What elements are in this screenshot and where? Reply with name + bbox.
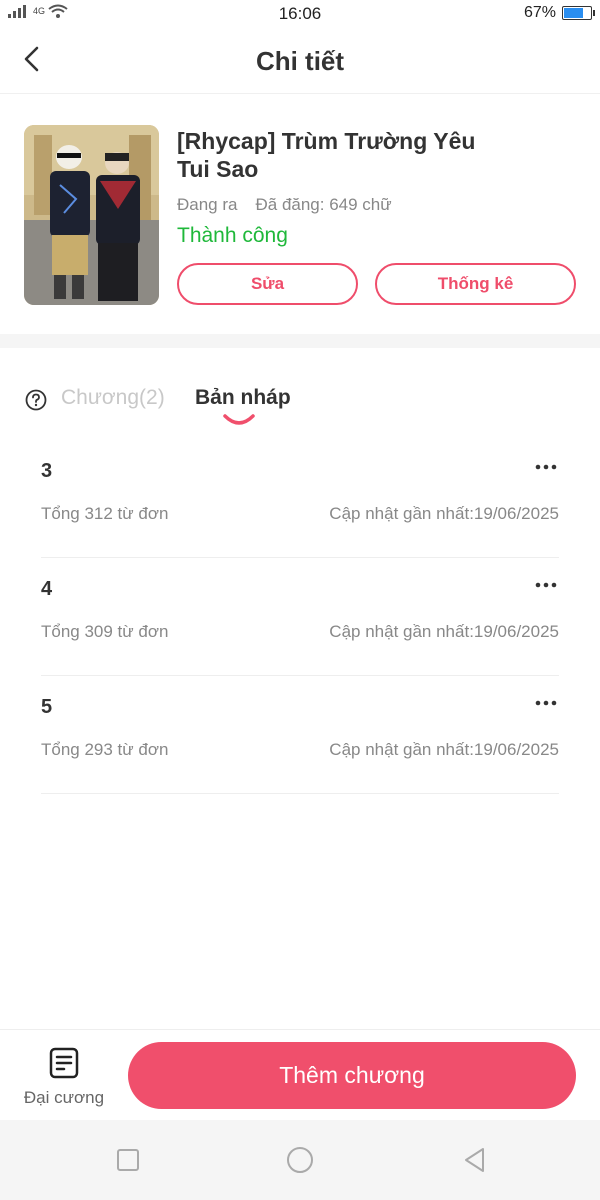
- tab-drafts[interactable]: Bản nháp: [195, 386, 291, 410]
- help-icon[interactable]: [25, 389, 47, 411]
- draft-updated: Cập nhật gần nhất:19/06/2025: [329, 504, 559, 523]
- edit-button[interactable]: Sửa: [177, 263, 358, 305]
- review-status: Thành công: [177, 224, 288, 247]
- recent-apps-icon[interactable]: [114, 1146, 142, 1174]
- list-item[interactable]: 4 Tổng 309 từ đơn Cập nhật gần nhất:19/0…: [41, 558, 559, 676]
- book-state: Đang ra: [177, 195, 238, 214]
- top-app-bar: Chi tiết: [0, 28, 600, 94]
- page-title: Chi tiết: [255, 46, 345, 76]
- add-chapter-button[interactable]: Thêm chương: [128, 1042, 576, 1109]
- draft-updated: Cập nhật gần nhất:19/06/2025: [329, 740, 559, 759]
- more-options-icon[interactable]: [535, 692, 557, 714]
- book-info-card: [Rhycap] Trùm Trường Yêu Tui Sao Đang ra…: [0, 94, 600, 334]
- draft-number: 3: [41, 460, 53, 482]
- bottom-action-bar: Đại cương Thêm chương: [0, 1029, 600, 1120]
- draft-number: 5: [41, 696, 53, 718]
- system-nav-bar: [0, 1120, 600, 1200]
- book-cover-image[interactable]: [24, 125, 159, 305]
- section-divider: [0, 334, 600, 348]
- battery-percent: 67%: [523, 4, 556, 21]
- draft-updated: Cập nhật gần nhất:19/06/2025: [329, 622, 559, 641]
- list-item[interactable]: 3 Tổng 312 từ đơn Cập nhật gần nhất:19/0…: [41, 440, 559, 558]
- active-tab-indicator: [223, 414, 255, 425]
- back-triangle-icon[interactable]: [461, 1146, 489, 1174]
- more-options-icon[interactable]: [535, 574, 557, 596]
- clock: 16:06: [278, 4, 322, 23]
- draft-list: 3 Tổng 312 từ đơn Cập nhật gần nhất:19/0…: [41, 440, 559, 794]
- statistics-button[interactable]: Thống kê: [375, 263, 576, 305]
- home-icon[interactable]: [286, 1146, 314, 1174]
- book-title: [Rhycap] Trùm Trường Yêu Tui Sao: [177, 128, 476, 182]
- draft-word-count: Tổng 309 từ đơn: [41, 622, 169, 641]
- draft-word-count: Tổng 312 từ đơn: [41, 504, 169, 523]
- tab-chapters[interactable]: Chương(2): [61, 386, 165, 410]
- outline-label[interactable]: Đại cương: [20, 1088, 108, 1108]
- book-meta: Đang ra Đã đăng: 649 chữ: [177, 195, 392, 215]
- book-word-count: Đã đăng: 649 chữ: [255, 195, 392, 214]
- draft-word-count: Tổng 293 từ đơn: [41, 740, 169, 759]
- outline-document-icon[interactable]: [48, 1047, 80, 1079]
- battery-indicator: 67%: [523, 4, 595, 22]
- status-bar: 4G 16:06 67%: [0, 0, 600, 28]
- more-options-icon[interactable]: [535, 456, 557, 478]
- draft-number: 4: [41, 578, 53, 600]
- battery-icon: [562, 6, 595, 20]
- list-item[interactable]: 5 Tổng 293 từ đơn Cập nhật gần nhất:19/0…: [41, 676, 559, 794]
